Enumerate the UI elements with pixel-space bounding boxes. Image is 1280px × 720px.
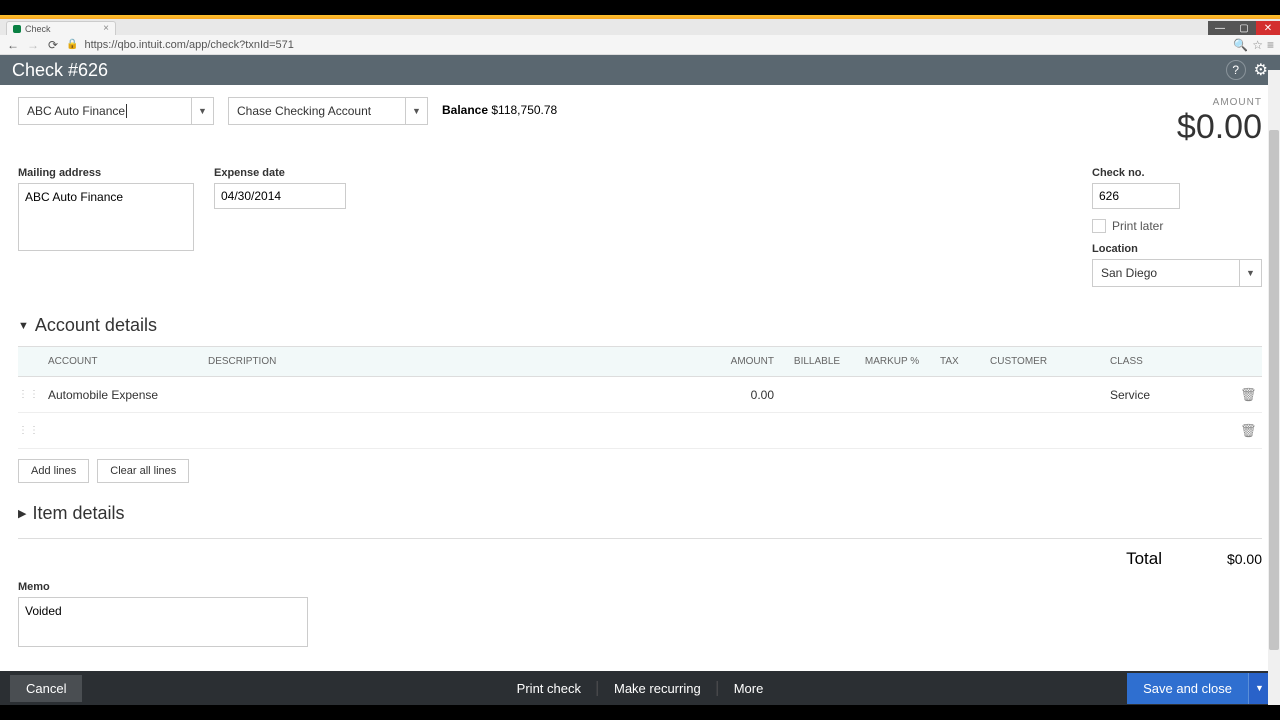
browser-tab[interactable]: Check × <box>6 21 116 35</box>
clear-lines-button[interactable]: Clear all lines <box>97 459 189 483</box>
mailing-address-label: Mailing address <box>18 167 194 179</box>
location-label: Location <box>1092 243 1262 255</box>
window-maximize-button[interactable]: ▢ <box>1232 21 1256 35</box>
memo-label: Memo <box>18 581 1262 593</box>
window-close-button[interactable]: ✕ <box>1256 21 1280 35</box>
help-icon[interactable]: ? <box>1226 60 1246 80</box>
save-and-close-button[interactable]: Save and close <box>1127 673 1248 704</box>
check-no-label: Check no. <box>1092 167 1262 179</box>
col-markup: MARKUP % <box>852 356 932 367</box>
scrollbar[interactable] <box>1268 70 1280 705</box>
balance-display: Balance $118,750.78 <box>442 97 557 117</box>
tab-close-icon[interactable]: × <box>103 23 109 34</box>
triangle-down-icon: ▼ <box>18 320 29 332</box>
amount-label: AMOUNT <box>1177 97 1262 108</box>
total-label: Total <box>1126 549 1162 569</box>
payee-value: ABC Auto Finance <box>27 104 125 118</box>
item-details-toggle[interactable]: ▶ Item details <box>18 503 1262 524</box>
expense-date-label: Expense date <box>214 167 346 179</box>
page-header: Check #626 ? ⚙ <box>0 55 1280 85</box>
check-no-input[interactable] <box>1092 183 1180 209</box>
bank-account-select[interactable]: Chase Checking Account ▼ <box>228 97 428 125</box>
col-description: DESCRIPTION <box>200 356 692 367</box>
browser-urlbar: ← → ⟳ 🔒 https://qbo.intuit.com/app/check… <box>0 35 1280 55</box>
delete-row-icon[interactable]: 🗑 <box>1232 387 1262 403</box>
print-check-link[interactable]: Print check <box>501 681 598 696</box>
scroll-thumb[interactable] <box>1269 130 1279 650</box>
more-link[interactable]: More <box>718 681 780 696</box>
url-text[interactable]: https://qbo.intuit.com/app/check?txnId=5… <box>84 39 293 51</box>
chevron-down-icon: ▼ <box>191 98 213 124</box>
menu-icon[interactable]: ≡ <box>1267 38 1274 52</box>
col-account: ACCOUNT <box>40 356 200 367</box>
chevron-down-icon: ▼ <box>405 98 427 124</box>
browser-tabstrip: Check × — ▢ ✕ <box>0 19 1280 35</box>
make-recurring-link[interactable]: Make recurring <box>598 681 718 696</box>
mailing-address-input[interactable] <box>18 183 194 251</box>
expense-date-input[interactable] <box>214 183 346 209</box>
delete-row-icon[interactable]: 🗑 <box>1232 423 1262 439</box>
col-amount: AMOUNT <box>692 356 782 367</box>
forward-button[interactable]: → <box>26 38 40 52</box>
account-value: Chase Checking Account <box>237 104 371 118</box>
cancel-button[interactable]: Cancel <box>10 675 82 702</box>
page-title: Check #626 <box>12 60 108 81</box>
col-billable: BILLABLE <box>782 356 852 367</box>
footer-bar: Cancel Print check Make recurring More S… <box>0 671 1280 705</box>
drag-handle-icon[interactable]: ⋮⋮ <box>18 389 40 400</box>
reload-button[interactable]: ⟳ <box>46 38 60 52</box>
payee-select[interactable]: ABC Auto Finance ▼ <box>18 97 214 125</box>
checkbox-icon <box>1092 219 1106 233</box>
lock-icon: 🔒 <box>66 39 78 50</box>
location-select[interactable]: San Diego ▼ <box>1092 259 1262 287</box>
table-row[interactable]: ⋮⋮ 🗑 <box>18 413 1262 449</box>
window-minimize-button[interactable]: — <box>1208 21 1232 35</box>
total-value: $0.00 <box>1162 549 1262 569</box>
col-customer: CUSTOMER <box>982 356 1102 367</box>
col-class: CLASS <box>1102 356 1232 367</box>
tab-title: Check <box>25 24 51 34</box>
star-icon[interactable]: ☆ <box>1252 38 1263 52</box>
account-details-toggle[interactable]: ▼ Account details <box>18 315 1262 336</box>
add-lines-button[interactable]: Add lines <box>18 459 89 483</box>
triangle-right-icon: ▶ <box>18 507 26 520</box>
memo-input[interactable] <box>18 597 308 647</box>
print-later-checkbox[interactable]: Print later <box>1092 219 1262 233</box>
back-button[interactable]: ← <box>6 38 20 52</box>
zoom-icon[interactable]: 🔍 <box>1233 38 1248 52</box>
table-row[interactable]: ⋮⋮ Automobile Expense 0.00 Service 🗑 <box>18 377 1262 413</box>
drag-handle-icon[interactable]: ⋮⋮ <box>18 425 40 436</box>
account-details-grid: ACCOUNT DESCRIPTION AMOUNT BILLABLE MARK… <box>18 346 1262 449</box>
save-dropdown-button[interactable]: ▼ <box>1248 673 1270 704</box>
chevron-down-icon: ▼ <box>1239 260 1261 286</box>
amount-value: $0.00 <box>1177 108 1262 147</box>
gear-icon[interactable]: ⚙ <box>1254 60 1268 80</box>
favicon-icon <box>13 25 21 33</box>
col-tax: TAX <box>932 356 982 367</box>
